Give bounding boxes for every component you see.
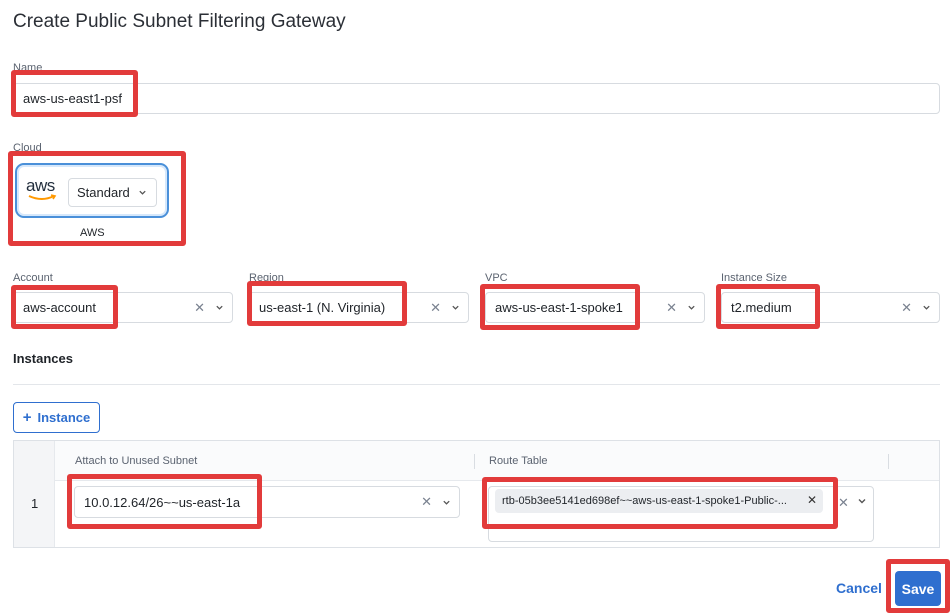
save-button[interactable]: Save — [895, 571, 941, 606]
region-select[interactable]: us-east-1 (N. Virginia) ✕ — [249, 292, 469, 323]
chevron-down-icon — [139, 190, 146, 195]
clear-icon[interactable]: ✕ — [901, 300, 912, 316]
name-input[interactable]: aws-us-east1-psf — [13, 83, 940, 114]
clear-icon[interactable]: ✕ — [421, 494, 432, 510]
region-label: Region — [249, 272, 284, 284]
chevron-down-icon[interactable] — [857, 496, 867, 506]
section-divider — [13, 384, 940, 385]
route-table-chip: rtb-05b3ee5141ed698ef~~aws-us-east-1-spo… — [495, 489, 823, 513]
add-instance-label: Instance — [37, 410, 91, 425]
chevron-down-icon[interactable] — [451, 303, 460, 312]
subnet-select[interactable]: 10.0.12.64/26~~us-east-1a ✕ — [74, 486, 460, 518]
column-header-route-table: Route Table — [489, 455, 548, 467]
name-value: aws-us-east1-psf — [23, 91, 122, 106]
vpc-label: VPC — [485, 272, 508, 284]
chevron-down-icon[interactable] — [442, 498, 451, 507]
region-value: us-east-1 (N. Virginia) — [259, 300, 386, 315]
chevron-down-icon[interactable] — [922, 303, 931, 312]
add-instance-button[interactable]: + Instance — [13, 402, 100, 433]
instance-size-label: Instance Size — [721, 272, 788, 284]
cancel-button[interactable]: Cancel — [836, 580, 882, 596]
instance-size-value: t2.medium — [731, 300, 792, 315]
cloud-edition-select[interactable]: Standard — [68, 178, 157, 207]
page-title: Create Public Subnet Filtering Gateway — [13, 11, 346, 32]
row-index: 1 — [31, 496, 39, 511]
aws-logo: aws — [26, 177, 60, 205]
cloud-card-aws[interactable]: aws Standard — [15, 163, 169, 218]
clear-icon[interactable]: ✕ — [430, 300, 441, 316]
account-label: Account — [13, 272, 53, 284]
cloud-edition-value: Standard — [77, 185, 130, 200]
cloud-label: Cloud — [13, 142, 42, 154]
chevron-down-icon[interactable] — [687, 303, 696, 312]
plus-icon: + — [22, 409, 32, 426]
column-separator — [888, 454, 889, 469]
column-header-subnet: Attach to Unused Subnet — [75, 455, 198, 467]
clear-icon[interactable]: ✕ — [194, 300, 205, 316]
cloud-provider-name: AWS — [80, 227, 105, 239]
vpc-select[interactable]: aws-us-east-1-spoke1 ✕ — [485, 292, 705, 323]
instance-size-select[interactable]: t2.medium ✕ — [721, 292, 940, 323]
name-label: Name — [13, 62, 43, 74]
vpc-value: aws-us-east-1-spoke1 — [495, 300, 623, 315]
account-select[interactable]: aws-account ✕ — [13, 292, 233, 323]
remove-chip-icon[interactable]: ✕ — [807, 493, 817, 507]
account-value: aws-account — [23, 300, 96, 315]
route-table-value: rtb-05b3ee5141ed698ef~~aws-us-east-1-spo… — [502, 495, 787, 507]
chevron-down-icon[interactable] — [215, 303, 224, 312]
instances-section-title: Instances — [13, 351, 73, 366]
column-separator — [474, 454, 475, 469]
row-number-column — [14, 441, 55, 547]
clear-icon[interactable]: ✕ — [838, 495, 849, 511]
subnet-value: 10.0.12.64/26~~us-east-1a — [84, 494, 241, 510]
clear-icon[interactable]: ✕ — [666, 300, 677, 316]
